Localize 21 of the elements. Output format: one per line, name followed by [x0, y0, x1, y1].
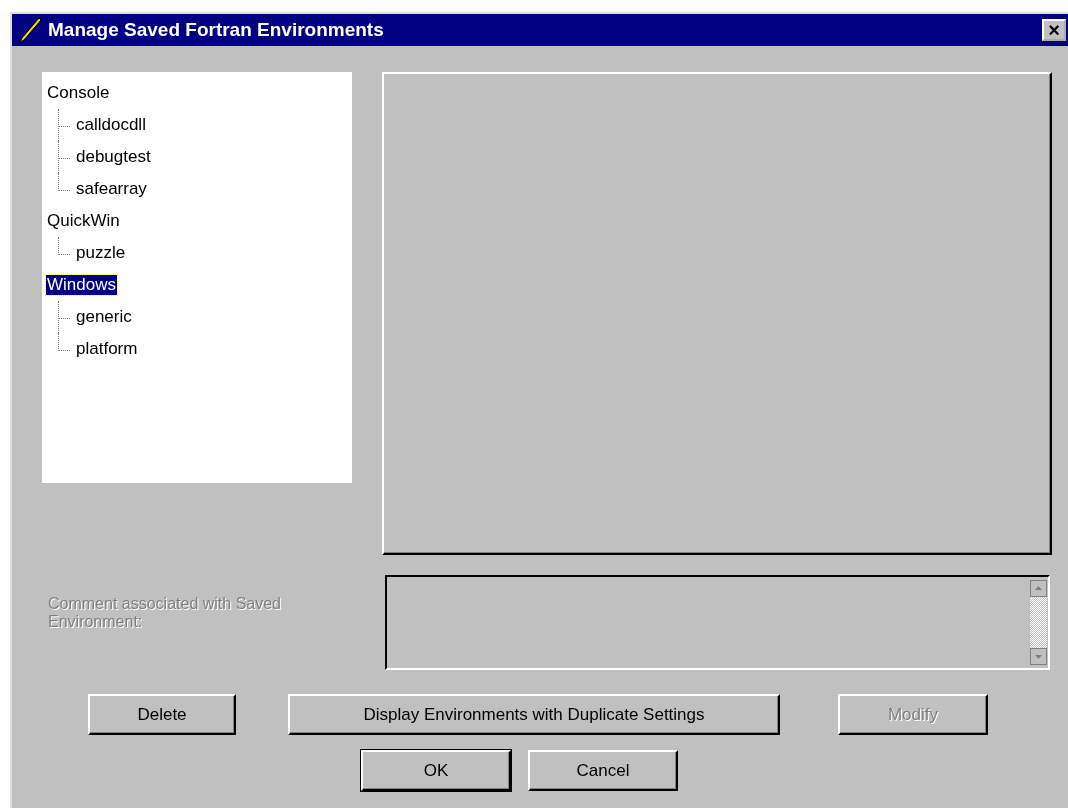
- ok-button[interactable]: OK: [361, 750, 511, 791]
- pen-icon: [18, 17, 42, 43]
- tree-item[interactable]: generic: [75, 307, 133, 327]
- tree-item[interactable]: Windows: [46, 275, 117, 295]
- scroll-down-icon[interactable]: [1030, 648, 1047, 665]
- scroll-up-icon[interactable]: [1030, 580, 1047, 597]
- comment-label: Comment associated with Saved Environment:: [48, 595, 282, 631]
- dialog-button[interactable]: Display Environments with Duplicate Settings: [288, 694, 780, 735]
- tree-item[interactable]: QuickWin: [46, 211, 121, 231]
- tree-item[interactable]: platform: [75, 339, 139, 359]
- tree-item[interactable]: debugtest: [75, 147, 152, 167]
- tree-item[interactable]: safearray: [75, 179, 148, 199]
- dialog-button[interactable]: Delete: [88, 694, 236, 735]
- tree-item[interactable]: puzzle: [75, 243, 127, 263]
- tree-item[interactable]: Console: [46, 83, 111, 103]
- close-button[interactable]: ×: [1042, 19, 1066, 41]
- scrollbar[interactable]: [1030, 580, 1047, 665]
- tree-item[interactable]: calldocdll: [75, 115, 147, 135]
- cancel-button[interactable]: Cancel: [528, 750, 678, 791]
- window-title: Manage Saved Fortran Environments: [48, 19, 385, 41]
- comment-field[interactable]: [385, 575, 1050, 670]
